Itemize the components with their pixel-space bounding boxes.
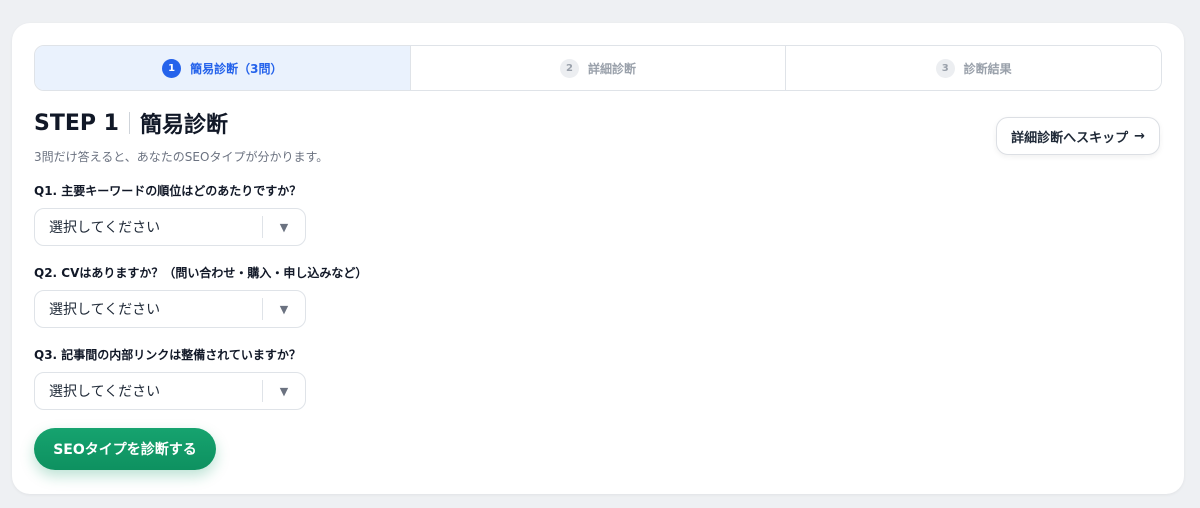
step-2-detailed-diagnosis[interactable]: 2 詳細診断 — [409, 46, 786, 90]
question-1-label: Q1. 主要キーワードの順位はどのあたりですか？ — [34, 184, 302, 198]
step-progress: 1 簡易診断（3問） 2 詳細診断 3 診断結果 — [34, 45, 1162, 91]
step-number: 2 — [560, 58, 579, 78]
caret-down-icon[interactable]: ▼ — [263, 221, 305, 234]
diagnose-seo-type-button[interactable]: SEOタイプを診断する — [34, 428, 216, 470]
step-label: 診断結果 — [963, 61, 1012, 76]
skip-to-detailed-button[interactable]: 詳細診断へスキップ → — [996, 117, 1160, 155]
caret-down-icon[interactable]: ▼ — [263, 303, 305, 316]
select-value: 選択してください — [49, 384, 161, 400]
title-text: 簡易診断 — [139, 113, 228, 138]
skip-label: 詳細診断へスキップ — [1011, 130, 1129, 146]
step-number: 1 — [162, 58, 182, 78]
page-title: STEP 1 簡易診断 — [34, 107, 228, 139]
step-number: 3 — [935, 58, 955, 78]
question-1-select[interactable]: 選択してください ▼ — [34, 208, 306, 246]
step-label: 簡易診断（3問） — [190, 61, 283, 76]
arrow-right-icon: → — [1134, 128, 1145, 144]
title-divider — [128, 112, 130, 134]
question-2-select[interactable]: 選択してください ▼ — [34, 290, 306, 328]
step-indicator: STEP 1 — [34, 110, 119, 136]
step-3-diagnosis-result[interactable]: 3 診断結果 — [785, 46, 1161, 90]
question-3-label: Q3. 記事間の内部リンクは整備されていますか？ — [34, 348, 301, 362]
select-value: 選択してください — [49, 302, 161, 318]
caret-down-icon[interactable]: ▼ — [263, 385, 305, 398]
step-label: 詳細診断 — [588, 61, 637, 76]
question-2-label: Q2. CVはありますか？（問い合わせ・購入・申し込みなど） — [34, 266, 368, 280]
diagnosis-card: 1 簡易診断（3問） 2 詳細診断 3 診断結果 STEP 1 簡易診断 3問だ… — [12, 23, 1184, 494]
step-1-simple-diagnosis[interactable]: 1 簡易診断（3問） — [35, 46, 410, 90]
page-subtitle: 3問だけ答えると、あなたのSEOタイプが分かります。 — [34, 150, 329, 164]
question-3-select[interactable]: 選択してください ▼ — [34, 372, 306, 410]
select-value: 選択してください — [49, 220, 161, 236]
